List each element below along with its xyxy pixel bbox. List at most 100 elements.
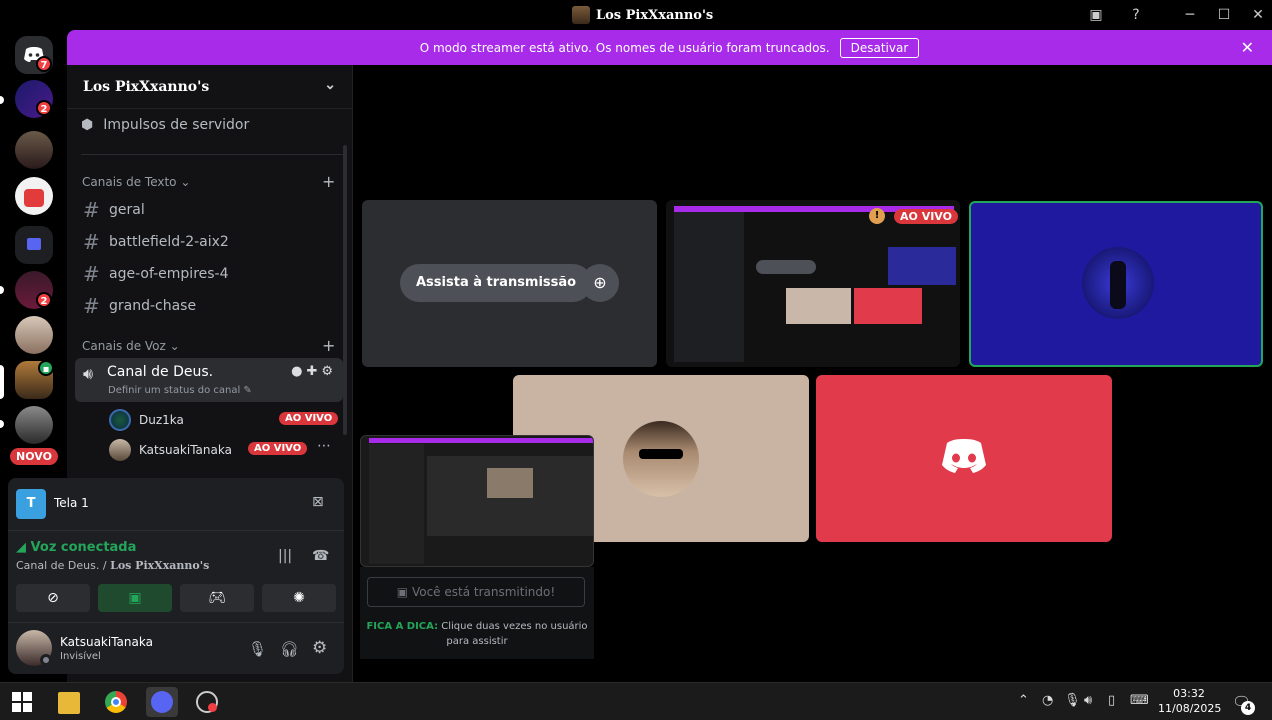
disable-streamer-button[interactable]: Desativar (839, 37, 920, 58)
screen-share-button[interactable]: ▣ (98, 584, 172, 612)
discord-logo-icon (942, 439, 986, 473)
divider (8, 530, 344, 531)
minimize-button[interactable]: ─ (1180, 5, 1200, 25)
clock[interactable]: 03:32 11/08/2025 (1158, 686, 1222, 716)
volume-icon[interactable]: 🔊︎ (1084, 693, 1092, 708)
headphones-icon[interactable]: 🎧︎ (280, 640, 299, 658)
hash-icon: # (83, 262, 100, 286)
channel-grand-chase[interactable]: # grand-chase (83, 294, 196, 318)
tip-text: FICA A DICA: Clique duas vezes no usuári… (360, 619, 594, 649)
user-tile-speaking[interactable] (969, 201, 1263, 367)
server-header[interactable]: Los PixXxanno's ⌄ (67, 65, 352, 109)
server-icon-6[interactable] (15, 406, 53, 444)
user-name: KatsuakiTanaka (139, 443, 232, 457)
self-stream-preview[interactable] (360, 435, 594, 567)
you-streaming-text: Você está transmitindo! (411, 585, 556, 599)
discord-taskbar-button[interactable] (146, 687, 178, 717)
time: 03:32 (1173, 687, 1205, 700)
stop-stream-icon[interactable]: ⊠ (312, 494, 324, 510)
channel-actions[interactable]: ●✚⚙ (291, 364, 337, 379)
windows-taskbar: ⌃ ◔ 🎙︎ 🔊︎ ▯ ⌨ 03:32 11/08/2025 🗨︎ 4 (0, 682, 1272, 720)
rtc-panel: T Tela 1 ⊠ ◢ Voz conectada Canal de Deus… (8, 478, 344, 674)
screen-icon: ▣ (396, 585, 409, 599)
scrollbar[interactable] (343, 145, 347, 435)
chevron-up-icon[interactable]: ⌃ (1018, 693, 1029, 708)
stream-preview-tile[interactable]: ! AO VIVO (666, 200, 960, 367)
warning-icon: ! (869, 208, 885, 224)
disconnect-icon[interactable]: ☎ (312, 548, 329, 564)
user-name[interactable]: KatsuakiTanaka (60, 635, 153, 649)
server-icon-2[interactable] (15, 131, 53, 169)
noise-icon[interactable]: ||| (278, 548, 292, 564)
preview-sidebar (674, 212, 744, 362)
date: 11/08/2025 (1158, 702, 1222, 715)
voice-category[interactable]: Canais de Voz ⌄ + (82, 336, 335, 355)
folder-icon[interactable] (15, 226, 53, 264)
text-category[interactable]: Canais de Texto ⌄ + (82, 172, 335, 191)
voice-user-duz1ka[interactable]: Duz1ka (109, 409, 184, 431)
invisible-status-icon (40, 654, 52, 666)
voice-channel[interactable]: 🔊︎ Canal de Deus. Definir um status do c… (75, 358, 343, 402)
add-channel-icon[interactable]: + (322, 172, 335, 191)
watch-stream-tile[interactable]: Assista à transmissão ⊕ (362, 200, 657, 367)
server-boosts[interactable]: ⬢ Impulsos de servidor (81, 117, 249, 133)
server-badge-2: 2 (36, 292, 52, 308)
preview-button (756, 260, 816, 274)
dm-badge: 7 (36, 56, 52, 72)
selected-pill (0, 365, 4, 399)
watch-together-icon[interactable]: ⊕ (581, 264, 619, 302)
avatar (109, 409, 131, 431)
hash-icon: # (83, 294, 100, 318)
camera-off-button[interactable]: ⊘ (16, 584, 90, 612)
unread-pill (0, 96, 4, 104)
text-category-label: Canais de Texto (82, 175, 177, 189)
server-icon-5[interactable] (15, 316, 53, 354)
user-name: Duz1ka (139, 413, 184, 427)
obs-icon[interactable] (196, 691, 218, 713)
close-icon[interactable]: ✕ (1241, 38, 1254, 57)
voice-connected[interactable]: ◢ Voz conectada (16, 540, 136, 555)
channel-geral[interactable]: # geral (83, 198, 145, 222)
add-voice-channel-icon[interactable]: + (322, 336, 335, 355)
activity-button[interactable]: 🎮︎ (180, 584, 254, 612)
microphone-tray-icon[interactable]: 🎙︎ (1064, 693, 1081, 708)
divider (8, 622, 344, 623)
keyboard-icon[interactable]: ⌨ (1130, 693, 1149, 708)
voice-category-label: Canais de Voz (82, 339, 166, 353)
streamer-mode-banner: O modo streamer está ativo. Os nomes de … (67, 30, 1272, 65)
battery-icon[interactable]: ▯ (1108, 693, 1115, 708)
channel-status[interactable]: Definir um status do canal ✎ (108, 385, 252, 396)
voice-channel-link[interactable]: Canal de Deus. / Los PixXxanno's (16, 559, 209, 572)
new-badge[interactable]: NOVO (10, 448, 58, 465)
inbox-icon[interactable]: ▣ (1086, 5, 1106, 25)
self-stream-info: ▣ Você está transmitindo! FICA A DICA: C… (360, 567, 594, 659)
file-explorer-icon[interactable] (58, 692, 80, 714)
user-tile-discord[interactable] (816, 375, 1112, 542)
preview-sidebar (369, 444, 424, 564)
watch-stream-button[interactable]: Assista à transmissão (400, 264, 593, 302)
camera-off-icon: ⊘ (47, 590, 59, 606)
channel-label: age-of-empires-4 (109, 266, 229, 282)
voice-user-katsuaki[interactable]: KatsuakiTanaka (109, 439, 232, 461)
microphone-icon[interactable]: 🎙︎ (248, 640, 267, 658)
chrome-icon[interactable] (105, 691, 127, 713)
soundboard-button[interactable]: ✺ (262, 584, 336, 612)
more-icon[interactable]: ⋯ (317, 438, 331, 454)
chevron-down-icon: ⌄ (324, 77, 336, 93)
help-icon[interactable]: ? (1126, 5, 1146, 25)
channel-battlefield[interactable]: # battlefield-2-aix2 (83, 230, 229, 254)
maximize-button[interactable]: ☐ (1214, 5, 1234, 25)
wifi-icon[interactable]: ◔ (1042, 693, 1053, 708)
channel-age-of-empires[interactable]: # age-of-empires-4 (83, 262, 229, 286)
server-icon-3[interactable] (15, 177, 53, 215)
tip-line-1: Clique duas vezes no usuário (441, 621, 588, 632)
hash-icon: # (83, 230, 100, 254)
close-window-button[interactable]: ✕ (1248, 5, 1268, 25)
live-badge: AO VIVO (894, 209, 958, 224)
avatar (109, 439, 131, 461)
gamepad-icon: 🎮︎ (208, 590, 226, 606)
preview-tile-2 (786, 288, 851, 324)
notification-count: 4 (1241, 701, 1255, 715)
windows-start-icon[interactable] (12, 692, 34, 714)
settings-gear-icon[interactable]: ⚙ (312, 638, 327, 658)
